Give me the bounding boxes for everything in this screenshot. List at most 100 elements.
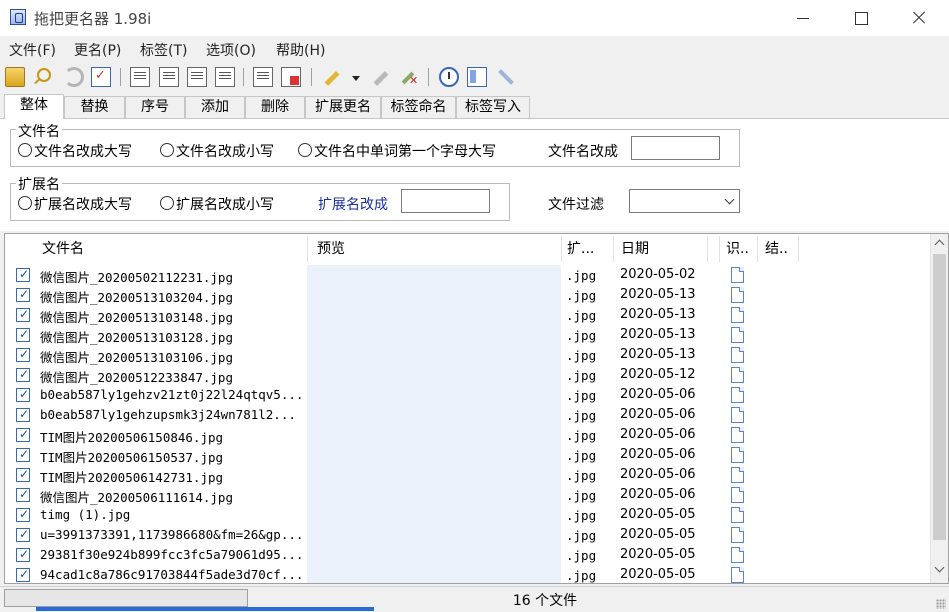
file-row[interactable]: u=3991373391,1173986680&fm=26&gp... .jpg 2… (5, 525, 925, 545)
search-icon[interactable] (32, 67, 52, 87)
menu-options[interactable]: 选项(O) (206, 40, 256, 60)
file-row[interactable]: b0eab587ly1gehzv21zt0j22l24qtqv5... .jpg 2… (5, 385, 925, 405)
clock-icon[interactable] (439, 67, 459, 87)
tab-sequence[interactable]: 序号 (125, 96, 185, 118)
tab-replace[interactable]: 替换 (64, 96, 125, 118)
file-row[interactable]: 微信图片_20200513103148.jpg .jpg 2020-05-13 (5, 305, 925, 325)
minimize-button[interactable] (774, 0, 832, 36)
file-ext: .jpg (566, 448, 597, 463)
tab-overall[interactable]: 整体 (4, 94, 64, 119)
row-checkbox[interactable] (16, 447, 30, 462)
ext-lower-radio[interactable]: 扩展名改成小写 (160, 194, 274, 214)
file-row[interactable]: b0eab587ly1gehzupsmk3j24wn781l2... .jpg 20… (5, 405, 925, 425)
ext-change-input[interactable] (401, 189, 490, 213)
tab-tag-naming[interactable]: 标签命名 (381, 96, 456, 118)
undo-icon[interactable] (64, 67, 84, 87)
file-date: 2020-05-06 (620, 427, 696, 442)
close-button[interactable] (890, 0, 948, 36)
pen-delete-icon[interactable] (399, 67, 419, 87)
row-checkbox[interactable] (16, 327, 30, 342)
file-date: 2020-05-12 (620, 367, 696, 382)
row-checkbox[interactable] (16, 427, 30, 442)
file-row[interactable]: 微信图片_20200513103204.jpg .jpg 2020-05-13 (5, 285, 925, 305)
file-row[interactable]: TIM图片20200506150846.jpg .jpg 2020-05-06 (5, 425, 925, 445)
col-header-filename[interactable]: 文件名 (42, 234, 84, 264)
file-name: TIM图片20200506150846.jpg (40, 430, 224, 445)
tab-add[interactable]: 添加 (185, 96, 245, 118)
filename-upper-radio[interactable]: 文件名改成大写 (18, 141, 132, 161)
file-row[interactable]: 微信图片_20200513103106.jpg .jpg 2020-05-13 (5, 345, 925, 365)
scroll-down-icon[interactable] (931, 234, 948, 251)
doc-d-icon[interactable] (215, 67, 235, 87)
file-icon (731, 387, 744, 403)
menu-file[interactable]: 文件(F) (9, 40, 56, 60)
vertical-scrollbar[interactable] (930, 234, 948, 583)
file-row[interactable]: 94cad1c8a786c91703844f5ade3d70cf... .jpg 2… (5, 565, 925, 583)
file-date: 2020-05-06 (620, 387, 696, 402)
row-checkbox[interactable] (16, 407, 30, 422)
file-name: 94cad1c8a786c91703844f5ade3d70cf... (40, 567, 304, 582)
menu-help[interactable]: 帮助(H) (276, 40, 325, 60)
window-icon[interactable] (467, 67, 487, 87)
file-filter-select[interactable] (629, 189, 740, 213)
row-checkbox[interactable] (16, 307, 30, 322)
file-icon (731, 487, 744, 503)
row-checkbox[interactable] (16, 467, 30, 482)
tab-delete[interactable]: 删除 (245, 96, 305, 118)
file-name: 微信图片_20200512233847.jpg (40, 370, 233, 385)
file-row[interactable]: 微信图片_20200512233847.jpg .jpg 2020-05-12 (5, 365, 925, 385)
row-checkbox[interactable] (16, 547, 30, 562)
row-checkbox[interactable] (16, 567, 30, 582)
col-header-preview[interactable]: 预览 (317, 234, 345, 264)
file-icon (731, 447, 744, 463)
doc-c-icon[interactable] (187, 67, 207, 87)
row-checkbox[interactable] (16, 487, 30, 502)
file-row[interactable]: timg (1).jpg .jpg 2020-05-05 (5, 505, 925, 525)
file-name: 微信图片_20200513103128.jpg (40, 330, 233, 345)
file-row[interactable]: TIM图片20200506142731.jpg .jpg 2020-05-06 (5, 465, 925, 485)
row-checkbox[interactable] (16, 527, 30, 542)
doc-b-icon[interactable] (159, 67, 179, 87)
resize-grip-icon[interactable] (936, 599, 946, 609)
ext-upper-radio[interactable]: 扩展名改成大写 (18, 194, 132, 214)
maximize-button[interactable] (832, 0, 890, 36)
file-row[interactable]: 微信图片_20200502112231.jpg .jpg 2020-05-02 (5, 265, 925, 285)
col-header-result[interactable]: 结.. (765, 234, 788, 264)
filename-lower-radio[interactable]: 文件名改成小写 (160, 141, 274, 161)
pen-gray-icon[interactable] (371, 67, 391, 87)
col-header-recognize[interactable]: 识.. (726, 234, 749, 264)
menu-tags[interactable]: 标签(T) (140, 40, 187, 60)
row-checkbox[interactable] (16, 507, 30, 522)
filename-change-input[interactable] (631, 136, 720, 160)
file-row[interactable]: 微信图片_20200506111614.jpg .jpg 2020-05-06 (5, 485, 925, 505)
toolbar-separator (120, 68, 121, 86)
row-checkbox[interactable] (16, 367, 30, 382)
export-icon[interactable] (281, 67, 301, 87)
tool-icon[interactable] (496, 67, 516, 87)
menu-rename[interactable]: 更名(P) (74, 40, 121, 60)
tab-tag-write[interactable]: 标签写入 (456, 96, 530, 118)
file-date: 2020-05-06 (620, 407, 696, 422)
column-separator (613, 236, 614, 262)
list-icon[interactable] (253, 67, 273, 87)
row-checkbox[interactable] (16, 387, 30, 402)
file-row[interactable]: TIM图片20200506150537.jpg .jpg 2020-05-06 (5, 445, 925, 465)
open-folder-icon[interactable] (5, 67, 25, 87)
file-filter-label: 文件过滤 (548, 197, 604, 213)
col-header-date[interactable]: 日期 (621, 234, 649, 264)
row-checkbox[interactable] (16, 347, 30, 362)
dropdown-caret-icon[interactable] (352, 76, 360, 81)
file-icon (731, 327, 744, 343)
check-icon[interactable] (91, 67, 111, 87)
tab-ext-rename[interactable]: 扩展更名 (305, 96, 381, 118)
doc-a-icon[interactable] (130, 67, 150, 87)
col-header-ext[interactable]: 扩... (567, 234, 594, 264)
rename-pen-icon[interactable] (322, 67, 342, 87)
row-checkbox[interactable] (16, 287, 30, 302)
file-row[interactable]: 微信图片_20200513103128.jpg .jpg 2020-05-13 (5, 325, 925, 345)
file-date: 2020-05-06 (620, 447, 696, 462)
filename-titlecase-radio[interactable]: 文件名中单词第一个字母大写 (298, 141, 496, 161)
scroll-thumb[interactable] (933, 254, 946, 540)
row-checkbox[interactable] (16, 267, 30, 282)
file-row[interactable]: 29381f30e924b899fcc3fc5a79061d95... .jpg 2… (5, 545, 925, 565)
